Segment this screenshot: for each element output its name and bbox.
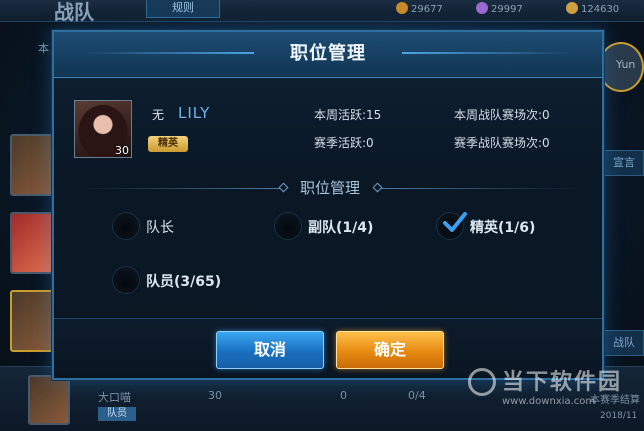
option-member[interactable]: 队员(3/65) [112, 266, 262, 296]
watermark-text: 当下软件园 [502, 370, 623, 395]
background-avatar-1 [10, 134, 56, 196]
dialog-header: 职位管理 [54, 32, 602, 78]
player-avatar: 30 [74, 100, 132, 158]
row-date: 2018/11 [600, 411, 638, 421]
player-rank-prefix: 无 [152, 108, 165, 122]
weekly-battles-stat: 本周战队赛场次:0 [454, 108, 550, 122]
position-management-dialog: 职位管理 30 无 LILY 精英 本周活跃:15 本周战队赛场次:0 赛季活跃… [52, 30, 604, 380]
watermark-logo-icon [468, 368, 496, 396]
option-captain-label: 队长 [146, 220, 174, 236]
resource-coupon: 124630 [566, 2, 619, 15]
radio-member[interactable] [112, 266, 140, 294]
radio-vice-captain[interactable] [274, 212, 302, 240]
option-elite-label: 精英(1/6) [470, 220, 536, 236]
header-right-ornament [402, 52, 572, 54]
background-team-button: 战队 [604, 330, 644, 356]
watermark: 当下软件园 www.downxia.com [468, 364, 622, 407]
resource-diamond: 29997 [476, 2, 523, 15]
checkmark-icon [443, 212, 467, 232]
section-title: 职位管理 [299, 179, 360, 197]
season-battles-stat: 赛季战队赛场次:0 [454, 136, 550, 150]
cancel-button[interactable]: 取消 [216, 331, 324, 369]
row-active: 0 [340, 389, 347, 402]
section-divider-right [380, 188, 580, 189]
resource-gold: 29677 [396, 2, 443, 15]
background-rules-tab: 规则 [146, 0, 220, 18]
background-avatar-2 [10, 212, 56, 274]
confirm-button[interactable]: 确定 [336, 331, 444, 369]
player-name: LILY [178, 104, 211, 122]
row-avatar [28, 375, 70, 425]
coupon-icon [566, 2, 578, 14]
player-role-badge: 精英 [148, 136, 188, 152]
background-right-name: Yun [616, 58, 636, 71]
weekly-active-stat: 本周活跃:15 [314, 108, 382, 122]
gold-coin-icon [396, 2, 408, 14]
player-level: 30 [115, 144, 129, 157]
row-level: 30 [208, 389, 222, 402]
option-member-label: 队员(3/65) [146, 274, 222, 290]
row-battles: 0/4 [408, 389, 426, 402]
background-top-bar: 战队 规则 29677 29997 124630 [0, 0, 644, 24]
background-declaration-button: 宣言 [604, 150, 644, 176]
section-divider-left [80, 188, 280, 189]
row-name: 大口喵 [98, 391, 131, 404]
season-active-stat: 赛季活跃:0 [314, 136, 374, 150]
background-left-tab: 本 [38, 42, 49, 55]
dialog-title: 职位管理 [290, 43, 366, 64]
background-avatar-3 [10, 290, 56, 352]
row-rank-badge: 队员 [98, 407, 136, 421]
option-vice-captain-label: 副队(1/4) [308, 220, 374, 236]
radio-captain[interactable] [112, 212, 140, 240]
background-title: 战队 [54, 0, 94, 24]
header-left-ornament [84, 52, 254, 54]
option-captain[interactable]: 队长 [112, 212, 232, 242]
diamond-icon [476, 2, 488, 14]
option-vice-captain[interactable]: 副队(1/4) [274, 212, 414, 242]
option-elite[interactable]: 精英(1/6) [436, 212, 576, 242]
diamond-left-icon [278, 182, 289, 193]
watermark-url: www.downxia.com [502, 396, 596, 407]
